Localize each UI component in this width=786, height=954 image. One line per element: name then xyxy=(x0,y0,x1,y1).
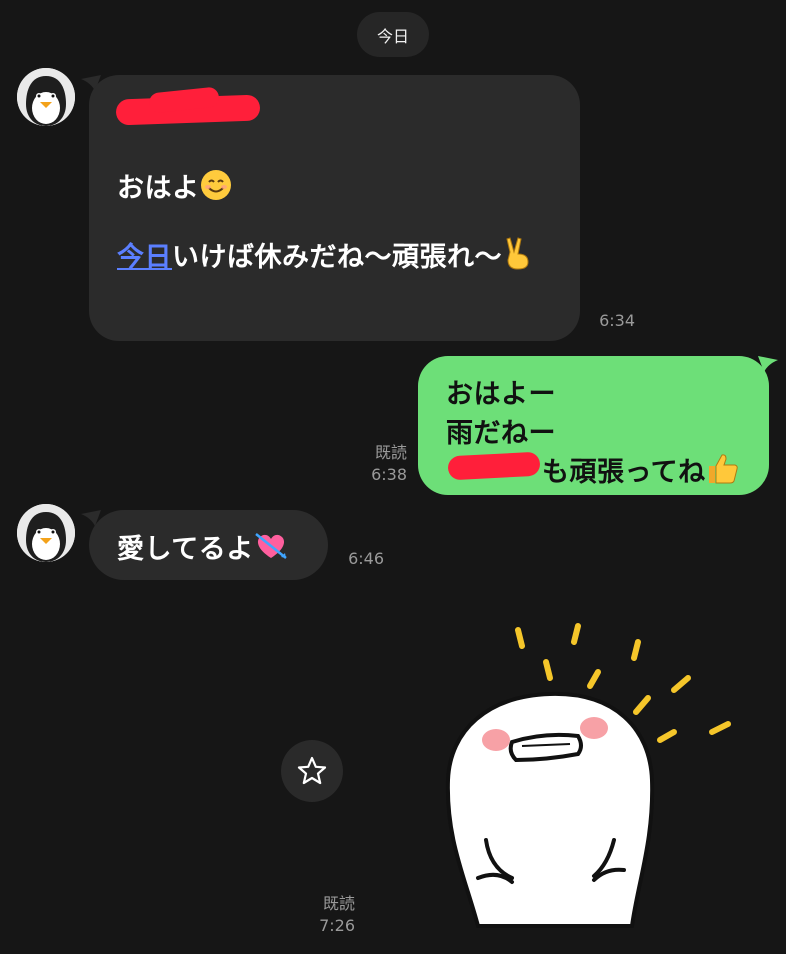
heart-with-arrow-emoji xyxy=(254,530,288,569)
read-receipt: 既読 xyxy=(322,894,355,913)
message-read-time: 既読 6:38 xyxy=(355,442,407,486)
message-line: 愛してるよ xyxy=(117,527,288,569)
date-label: 今日 xyxy=(376,26,409,46)
message-read-time: 既読 7:26 xyxy=(305,893,355,937)
smiling-face-emoji xyxy=(200,169,232,208)
penguin-avatar-icon[interactable] xyxy=(17,504,75,562)
message-text: も頑張ってね xyxy=(542,457,706,488)
date-link[interactable]: 今日 xyxy=(117,242,172,273)
incoming-message[interactable]: 愛してるよ xyxy=(89,510,328,580)
date-separator: 今日 xyxy=(357,12,429,57)
message-time: 6:34 xyxy=(599,311,635,330)
message-time: 7:26 xyxy=(319,916,355,935)
message-time: 6:46 xyxy=(348,549,384,568)
message-text: いけば休みだね〜頑張れ〜 xyxy=(172,242,502,273)
outgoing-message[interactable]: おはよー 雨だねー も頑張ってね xyxy=(418,356,769,495)
message-text: 愛してるよ xyxy=(117,534,254,565)
star-icon xyxy=(297,756,327,785)
message-line: 今日いけば休みだね〜頑張れ〜 xyxy=(117,235,532,277)
victory-hand-emoji xyxy=(502,236,532,277)
message-time: 6:38 xyxy=(371,465,407,484)
message-line: 雨だねー xyxy=(446,418,556,449)
redacted-name xyxy=(447,451,541,481)
incoming-message[interactable]: おはよ 今日いけば休みだね〜頑張れ〜 xyxy=(89,75,580,341)
read-receipt: 既読 xyxy=(374,443,407,462)
penguin-avatar-icon[interactable] xyxy=(17,68,75,126)
smiling-character-sticker[interactable] xyxy=(438,620,748,940)
message-line: おはよ xyxy=(117,166,232,208)
message-line: も頑張ってね xyxy=(542,450,740,492)
bubble-tail xyxy=(758,356,778,372)
message-text: おはよ xyxy=(117,173,200,204)
star-button[interactable] xyxy=(281,740,343,802)
message-line: おはよー xyxy=(446,379,556,410)
thumbs-up-emoji xyxy=(706,451,740,492)
